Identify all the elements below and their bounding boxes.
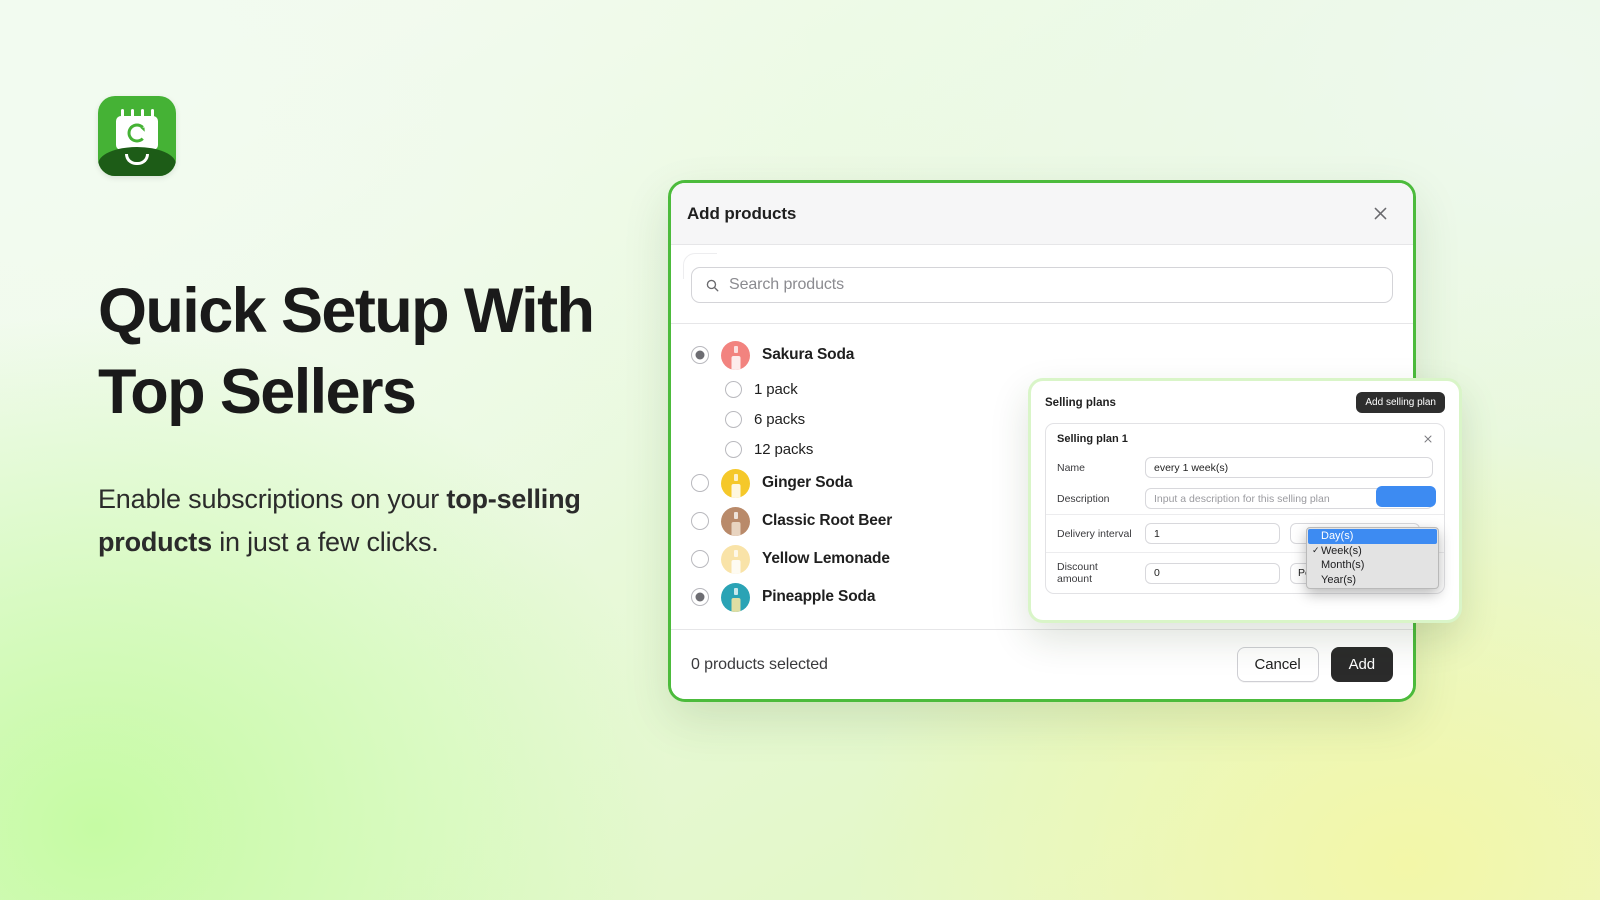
product-radio[interactable] <box>691 346 709 364</box>
delivery-interval-label: Delivery interval <box>1057 527 1132 540</box>
product-name: Yellow Lemonade <box>762 550 890 567</box>
name-row: Name every 1 week(s) <box>1046 452 1444 483</box>
page-title: Quick Setup With Top Sellers <box>98 276 595 427</box>
focus-highlight <box>1376 486 1436 507</box>
search-section: Search products <box>671 245 1413 303</box>
dropdown-option-label: Month(s) <box>1321 559 1365 572</box>
variant-radio[interactable] <box>725 410 742 428</box>
selected-count-label: 0 products selected <box>691 655 828 673</box>
search-icon <box>706 279 719 291</box>
product-thumbnail <box>721 468 750 498</box>
product-thumbnail <box>721 340 750 370</box>
dropdown-option-years[interactable]: Year(s) <box>1308 573 1437 588</box>
dropdown-option-weeks[interactable]: ✓ Week(s) <box>1308 544 1437 559</box>
product-radio[interactable] <box>691 474 709 492</box>
product-radio[interactable] <box>691 550 709 568</box>
variant-radio[interactable] <box>725 440 742 458</box>
dropdown-option-label: Day(s) <box>1321 530 1354 543</box>
check-icon: ✓ <box>1312 545 1320 556</box>
dropdown-option-label: Year(s) <box>1321 573 1357 586</box>
name-field[interactable]: every 1 week(s) <box>1145 457 1433 478</box>
name-label: Name <box>1057 461 1086 474</box>
product-name: Pineapple Soda <box>762 588 876 605</box>
hero-subtext: Enable subscriptions on your top-selling… <box>98 478 638 563</box>
product-thumbnail <box>721 506 750 536</box>
modal-title: Add products <box>687 203 797 223</box>
variant-name: 1 pack <box>754 380 798 398</box>
modal-footer: 0 products selected Cancel Add <box>671 629 1413 699</box>
variant-name: 6 packs <box>754 410 805 428</box>
dropdown-option-days[interactable]: Day(s) <box>1308 529 1437 544</box>
dropdown-option-months[interactable]: Month(s) <box>1308 558 1437 573</box>
modal-header: Add products <box>671 183 1413 245</box>
close-icon[interactable] <box>1363 197 1397 231</box>
variant-radio[interactable] <box>725 380 742 398</box>
product-thumbnail <box>721 544 750 574</box>
delivery-interval-field[interactable]: 1 <box>1145 523 1280 544</box>
product-name: Ginger Soda <box>762 474 853 491</box>
add-selling-plan-button[interactable]: Add selling plan <box>1356 392 1445 413</box>
add-button[interactable]: Add <box>1330 647 1393 682</box>
hero-column: Quick Setup With Top Sellers Enable subs… <box>98 96 638 564</box>
selling-plans-title: Selling plans <box>1045 396 1116 409</box>
calendar-refresh-icon <box>98 96 176 176</box>
discount-amount-label: Discount amount <box>1057 561 1098 585</box>
subtext-part-1: Enable subscriptions on your <box>98 484 447 515</box>
product-radio[interactable] <box>691 512 709 530</box>
variant-name: 12 packs <box>754 440 814 458</box>
description-label: Description <box>1057 492 1110 505</box>
product-name: Classic Root Beer <box>762 512 893 529</box>
delivery-unit-dropdown[interactable]: Day(s) ✓ Week(s) Month(s) Year(s) <box>1306 527 1439 589</box>
product-radio[interactable] <box>691 588 709 606</box>
selling-plans-header: Selling plans Add selling plan <box>1031 381 1459 413</box>
discount-amount-field[interactable]: 0 <box>1145 562 1280 584</box>
subtext-part-2: in just a few clicks. <box>211 526 439 557</box>
list-item[interactable]: Sakura Soda <box>671 336 1413 374</box>
selling-plan-card-header: Selling plan 1 <box>1046 424 1444 452</box>
product-name: Sakura Soda <box>762 346 855 363</box>
product-thumbnail <box>721 582 750 612</box>
refresh-arrow-icon <box>127 123 147 143</box>
selling-plan-card-title: Selling plan 1 <box>1057 433 1128 445</box>
cancel-button[interactable]: Cancel <box>1236 647 1319 682</box>
calendar-body-icon <box>116 109 158 150</box>
close-icon[interactable] <box>1423 434 1433 444</box>
search-input[interactable]: Search products <box>691 267 1393 303</box>
dropdown-option-label: Week(s) <box>1321 544 1362 557</box>
search-placeholder: Search products <box>729 276 845 293</box>
panel-corner-decoration <box>683 253 717 279</box>
